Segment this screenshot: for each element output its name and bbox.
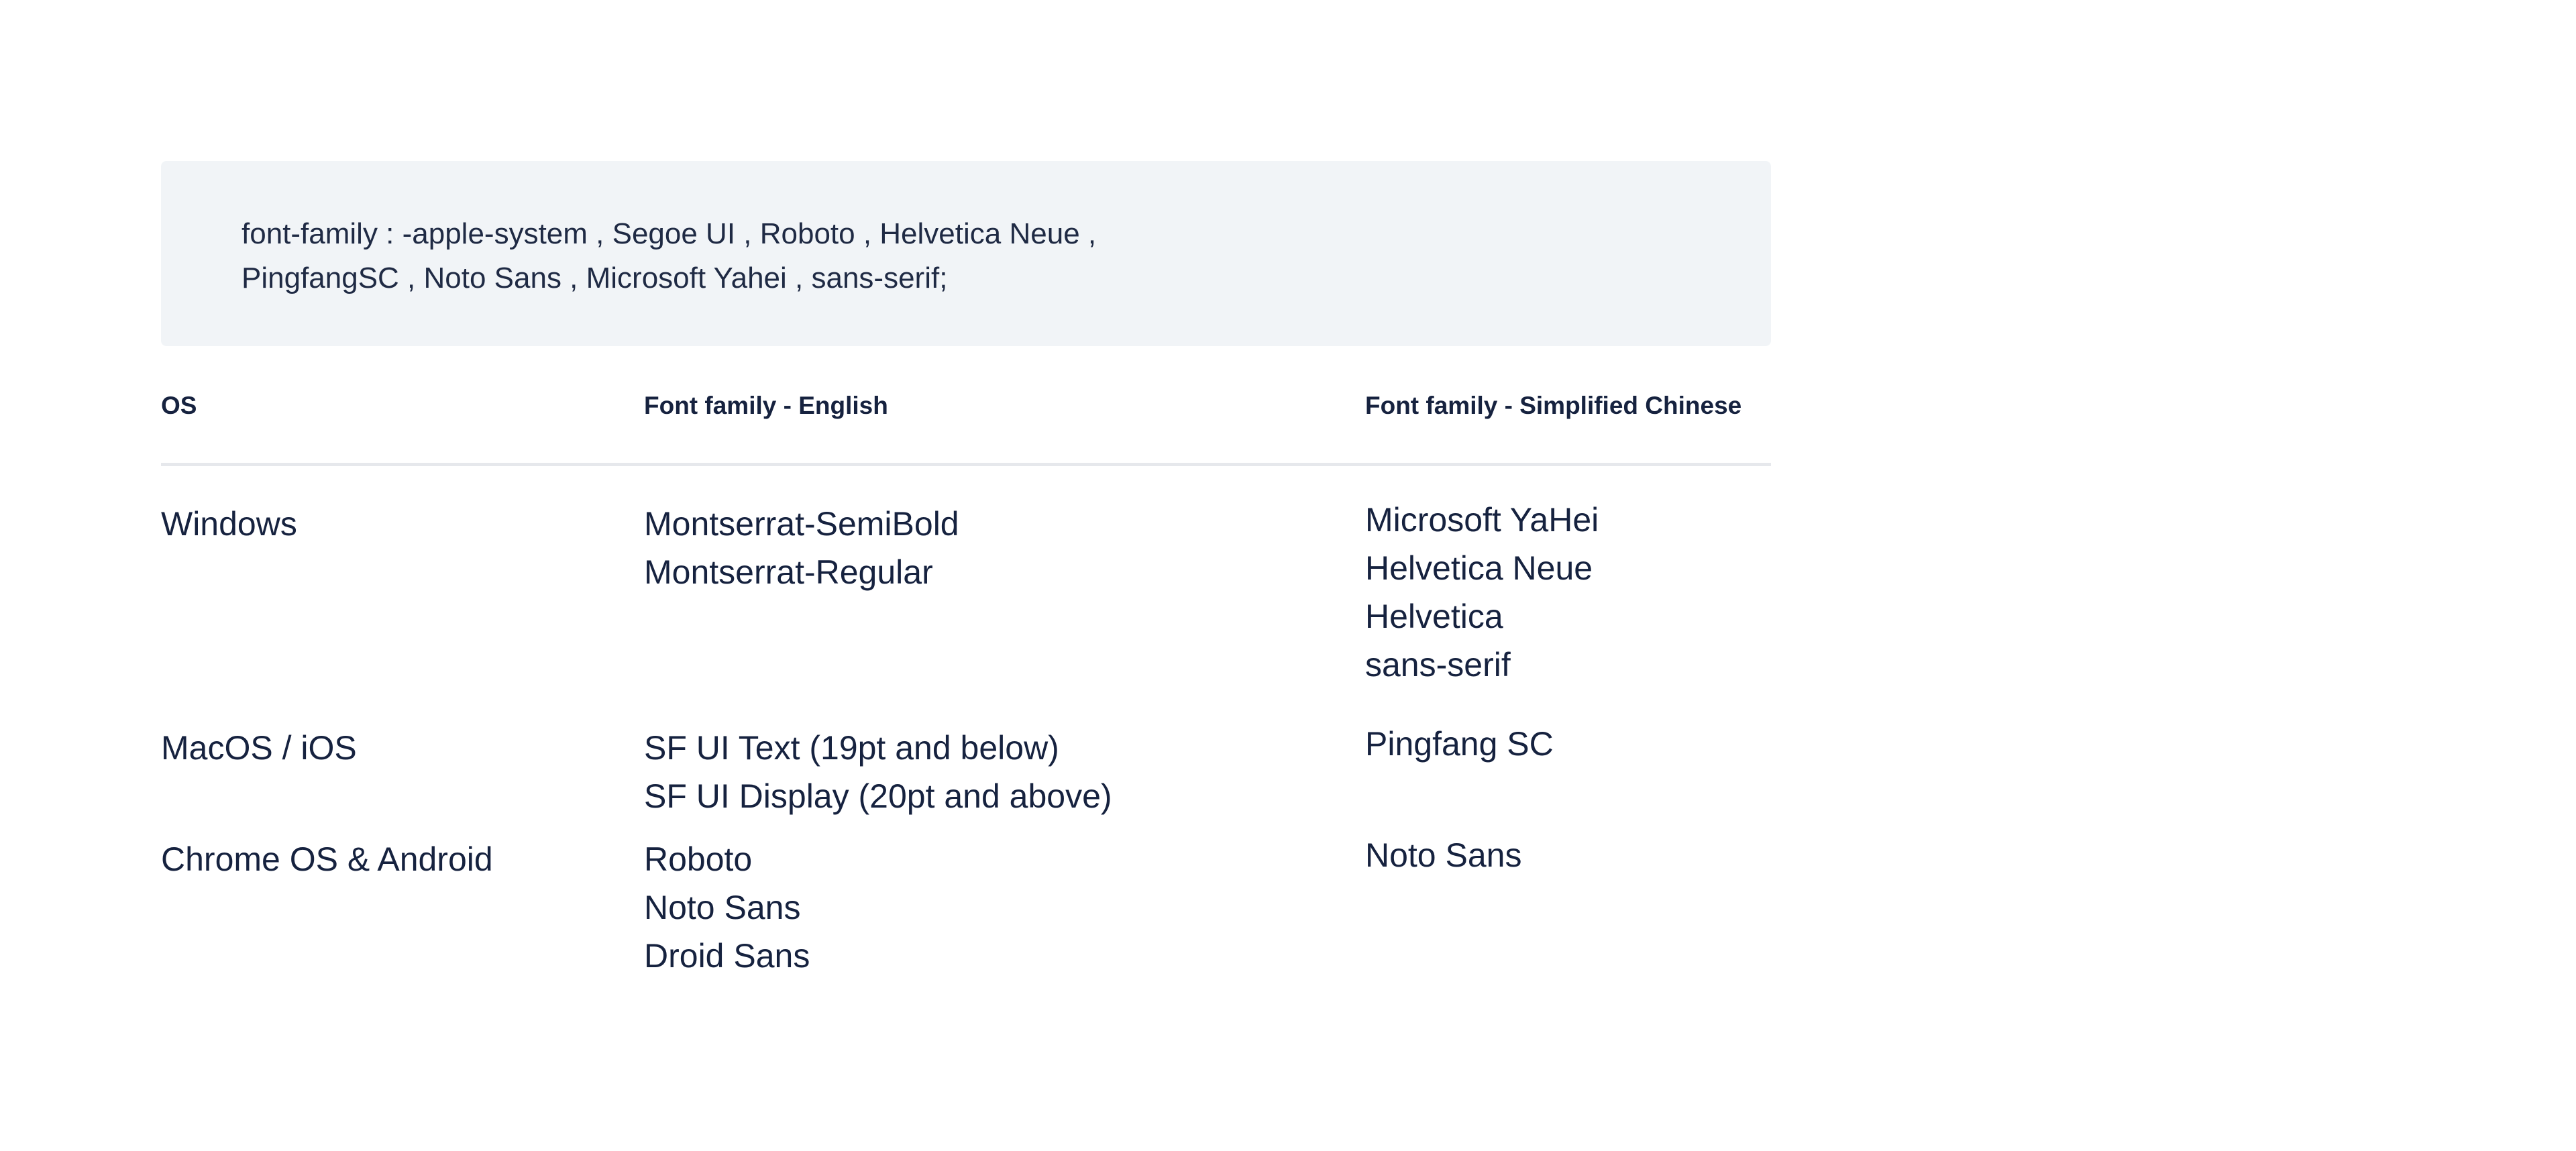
os-cell: Chrome OS & Android: [161, 824, 644, 980]
chinese-fonts-cell: Pingfang SC: [1365, 693, 1771, 824]
font-name: SF UI Display (20pt and above): [644, 777, 1112, 815]
chinese-fonts-cell: Microsoft YaHei Helvetica Neue Helvetica…: [1365, 465, 1771, 694]
font-family-spec: font-family : -apple-system , Segoe UI ,…: [161, 161, 1771, 980]
chinese-fonts-cell: Noto Sans: [1365, 824, 1771, 980]
font-name: Noto Sans: [1365, 836, 1522, 874]
font-name: Droid Sans: [644, 937, 810, 975]
code-line-1: font-family : -apple-system , Segoe UI ,…: [241, 217, 1097, 250]
font-name: Montserrat-Regular: [644, 553, 933, 591]
font-name: SF UI Text (19pt and below): [644, 729, 1059, 767]
font-name: Helvetica: [1365, 598, 1503, 635]
os-cell: MacOS / iOS: [161, 693, 644, 824]
english-fonts-cell: Roboto Noto Sans Droid Sans: [644, 824, 1365, 980]
table-row: Windows Montserrat-SemiBold Montserrat-R…: [161, 465, 1771, 694]
header-os: OS: [161, 346, 644, 466]
table-row: MacOS / iOS SF UI Text (19pt and below) …: [161, 693, 1771, 824]
english-fonts-cell: SF UI Text (19pt and below) SF UI Displa…: [644, 693, 1365, 824]
english-fonts-cell: Montserrat-SemiBold Montserrat-Regular: [644, 465, 1365, 694]
font-name: Helvetica Neue: [1365, 549, 1593, 587]
header-font-chinese: Font family - Simplified Chinese: [1365, 346, 1771, 466]
os-cell: Windows: [161, 465, 644, 694]
font-name: Microsoft YaHei: [1365, 501, 1599, 539]
code-line-2: PingfangSC , Noto Sans , Microsoft Yahei…: [241, 262, 948, 294]
table-header-row: OS Font family - English Font family - S…: [161, 346, 1771, 466]
os-name: Chrome OS & Android: [161, 840, 493, 878]
os-name: Windows: [161, 505, 297, 543]
font-name: Pingfang SC: [1365, 725, 1554, 763]
font-name: Noto Sans: [644, 889, 801, 926]
font-family-table: OS Font family - English Font family - S…: [161, 346, 1771, 980]
os-name: MacOS / iOS: [161, 729, 357, 767]
font-name: Montserrat-SemiBold: [644, 505, 959, 543]
font-name: sans-serif: [1365, 646, 1511, 683]
table-row: Chrome OS & Android Roboto Noto Sans Dro…: [161, 824, 1771, 980]
code-block: font-family : -apple-system , Segoe UI ,…: [161, 161, 1771, 346]
font-name: Roboto: [644, 840, 753, 878]
header-font-english: Font family - English: [644, 346, 1365, 466]
